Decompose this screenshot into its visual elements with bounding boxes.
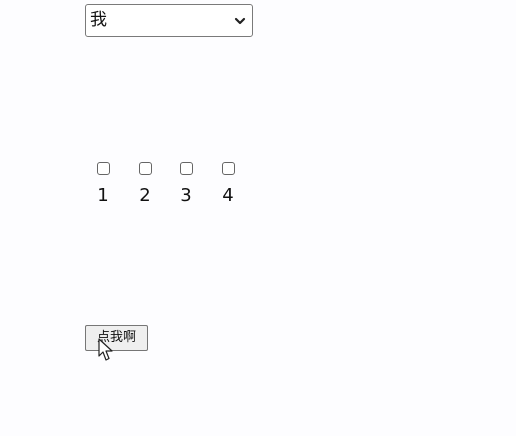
checkbox-1[interactable] xyxy=(96,162,110,175)
checkbox-item: 2 xyxy=(134,160,156,210)
mouse-pointer-icon xyxy=(98,338,114,362)
checkbox-label-4: 4 xyxy=(222,185,234,206)
click-me-button[interactable]: 点我啊 xyxy=(85,325,148,351)
checkbox-2[interactable] xyxy=(138,162,152,175)
checkbox-item: 3 xyxy=(175,160,197,210)
checkbox-3[interactable] xyxy=(179,162,193,175)
checkbox-item: 1 xyxy=(92,160,114,210)
checkbox-label-2: 2 xyxy=(139,185,151,206)
checkbox-4[interactable] xyxy=(221,162,235,175)
checkbox-label-3: 3 xyxy=(180,185,192,206)
page: 我 1 2 3 4 点我啊 xyxy=(0,0,516,436)
checkbox-item: 4 xyxy=(217,160,239,210)
language-select[interactable]: 我 xyxy=(85,4,253,37)
checkbox-label-1: 1 xyxy=(97,185,109,206)
checkbox-group: 1 2 3 4 xyxy=(92,160,244,212)
chevron-down-icon xyxy=(234,15,246,27)
selected-option: 我 xyxy=(90,10,107,30)
